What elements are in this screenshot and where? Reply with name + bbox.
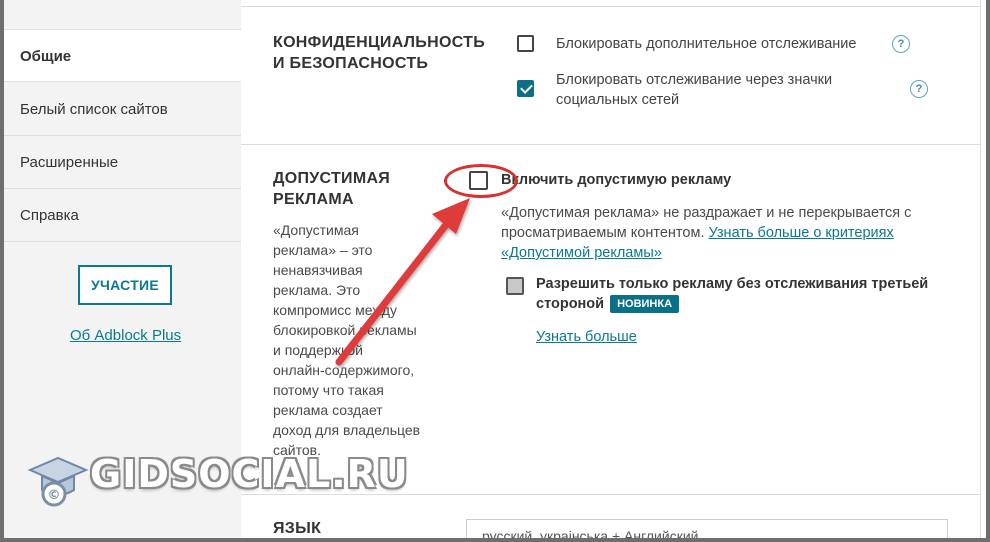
graduation-cap-icon: © [27,456,89,507]
settings-window: Общие Белый список сайтов Расширенные Сп… [4,0,986,538]
svg-text:©: © [48,488,61,503]
watermark-text: GIDSOCIAL.RU [90,452,409,496]
